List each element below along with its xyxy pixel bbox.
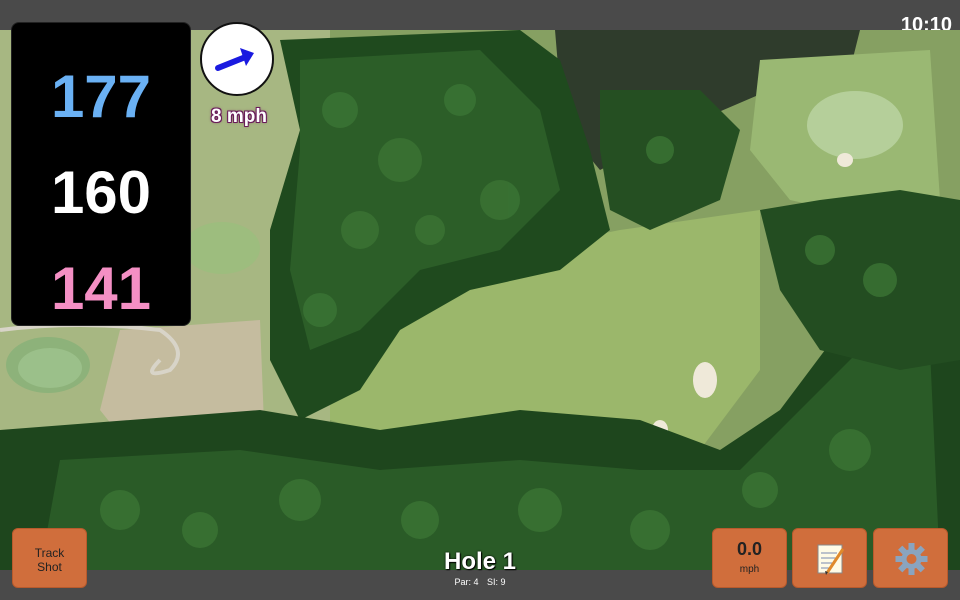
hole-meta: Par: 4 SI: 9 <box>380 577 580 587</box>
track-shot-label-line2: Shot <box>37 560 62 574</box>
wind-arrow-icon <box>215 48 254 71</box>
hole-stroke-index: SI: 9 <box>487 577 506 587</box>
settings-button[interactable] <box>873 528 948 588</box>
speed-value: 0.0 <box>736 539 763 559</box>
distance-panel: 177 160 141 <box>11 22 191 326</box>
track-shot-label-line1: Track <box>34 546 65 560</box>
back-distance: 177 <box>50 63 152 130</box>
front-distance: 141 <box>50 255 152 322</box>
notes-button[interactable] <box>792 528 867 588</box>
hole-title: Hole 1 <box>443 548 517 575</box>
gear-icon <box>895 543 928 575</box>
middle-distance: 160 <box>50 159 152 226</box>
wind-direction-dial <box>200 22 274 96</box>
wind-speed-label: 8 mph <box>211 106 267 127</box>
speed-unit: mph <box>739 564 760 575</box>
speed-button[interactable]: 0.0 mph <box>712 528 787 588</box>
hole-par: Par: 4 <box>454 577 479 587</box>
track-shot-button[interactable]: Track Shot <box>12 528 87 588</box>
notepad-icon <box>817 544 845 575</box>
